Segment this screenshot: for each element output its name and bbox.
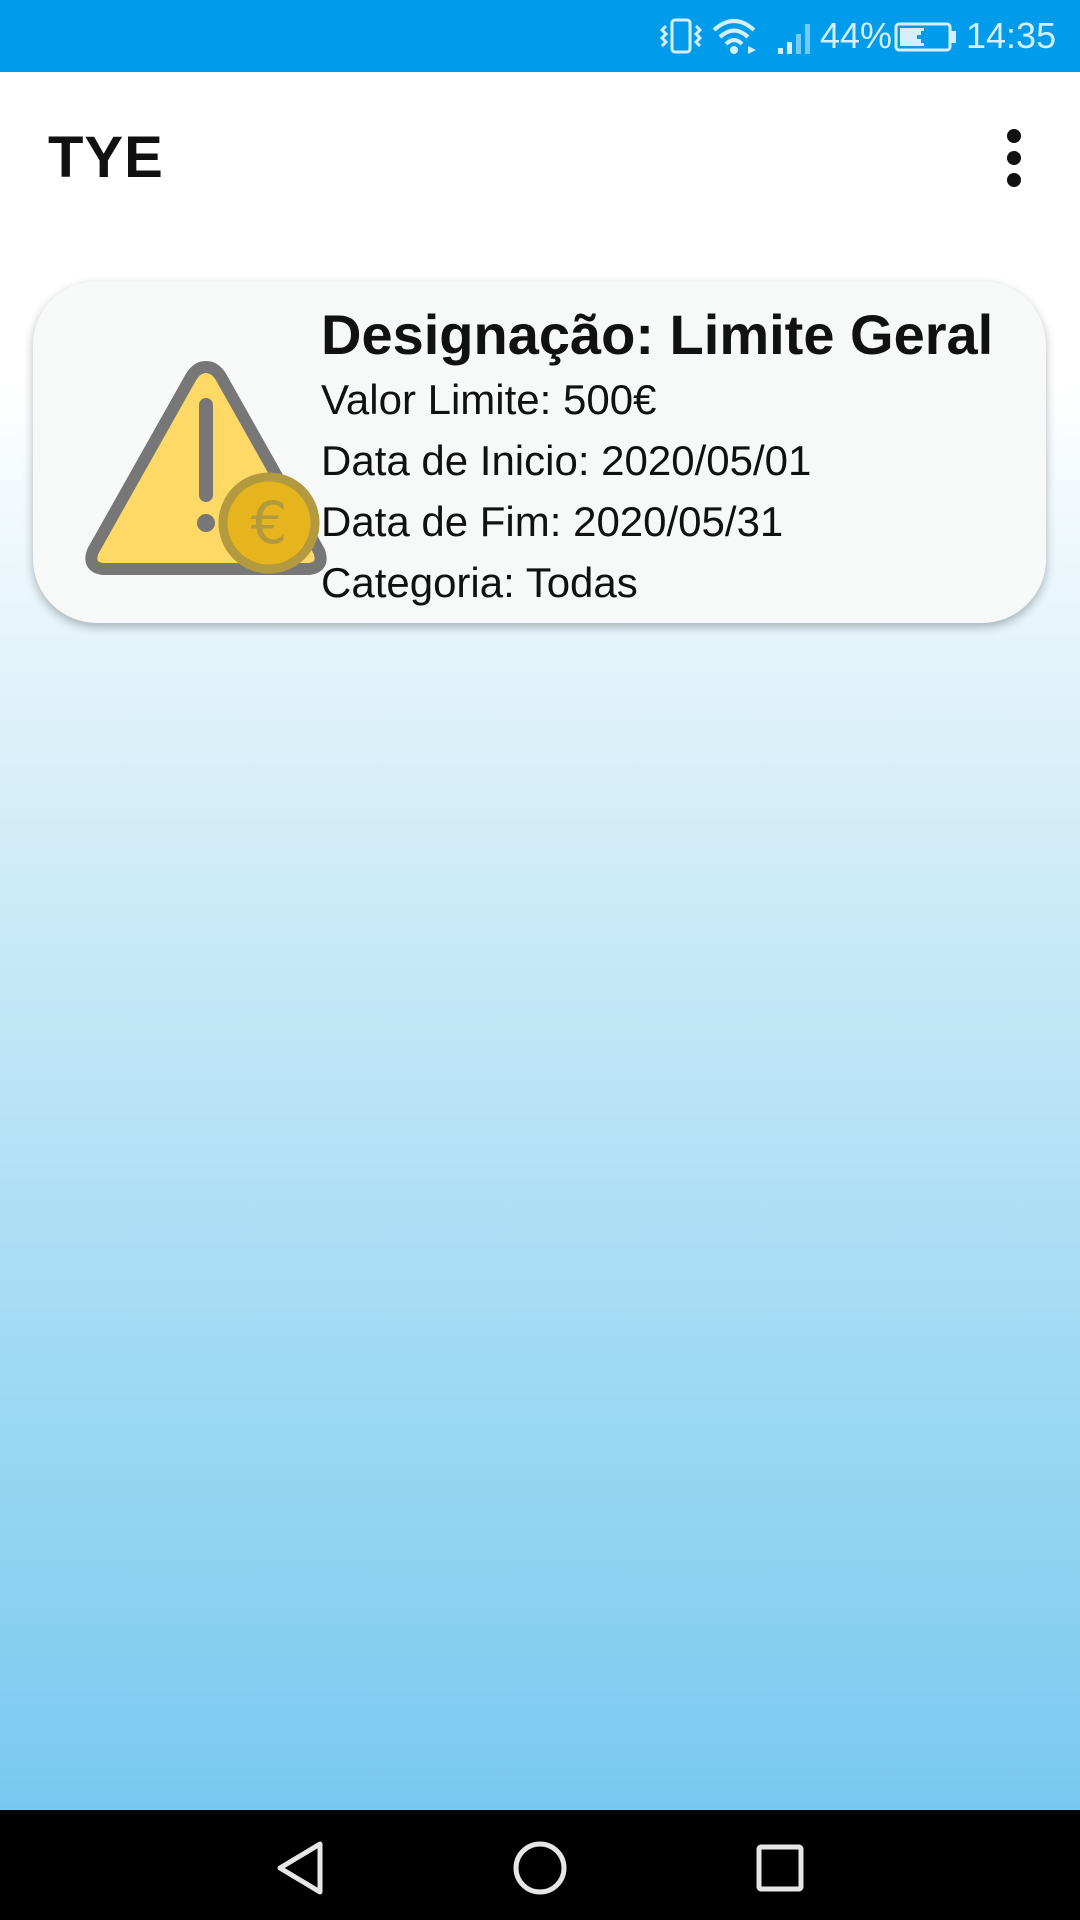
limit-value: Valor Limite: 500€ [321, 376, 657, 423]
warning-euro-icon: € [81, 355, 331, 585]
status-time: 14:35 [966, 15, 1057, 56]
battery-charging-icon [894, 0, 958, 72]
vibrate-icon [658, 0, 704, 72]
limit-category: Categoria: Todas [321, 559, 638, 606]
limit-designation: Designação: Limite Geral [321, 303, 994, 366]
navigation-bar [0, 1810, 1080, 1920]
home-icon[interactable] [500, 1828, 580, 1908]
signal-icon [776, 0, 816, 72]
limit-end-date: Data de Fim: 2020/05/31 [321, 498, 784, 545]
app-title: TYE [48, 125, 164, 190]
battery-percent: 44% [820, 15, 893, 56]
app-bar: TYE [0, 72, 1080, 244]
limit-details: Designação: Limite Geral Valor Limite: 5… [321, 301, 1031, 613]
status-bar: 44% 14:35 [0, 0, 1080, 72]
more-vert-icon[interactable] [990, 122, 1038, 202]
wifi-icon [710, 0, 758, 72]
svg-text:€: € [251, 489, 288, 557]
limit-start-date: Data de Inicio: 2020/05/01 [321, 437, 812, 484]
back-icon[interactable] [260, 1828, 340, 1908]
screen: 44% 14:35 TYE € Designação: Limite Geral… [0, 0, 1080, 1920]
recents-icon[interactable] [740, 1828, 820, 1908]
limit-card[interactable]: € Designação: Limite Geral Valor Limite:… [33, 281, 1046, 623]
